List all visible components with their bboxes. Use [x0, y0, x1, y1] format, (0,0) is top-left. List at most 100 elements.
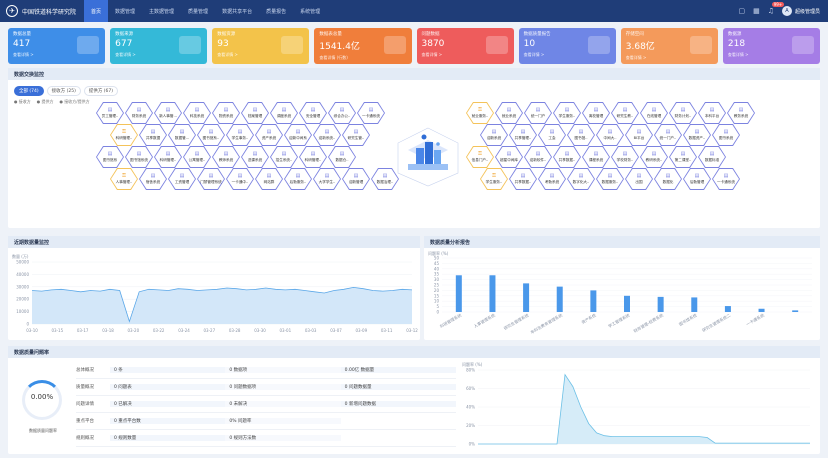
system-node[interactable]: ▤ 迎新管理: [342, 168, 370, 190]
system-node[interactable]: ▤ 一卡通系统: [357, 102, 385, 124]
system-node[interactable]: ▤ 财务系统: [125, 102, 153, 124]
stat-card[interactable]: 数据质量报告 10 查看详情 >: [518, 28, 616, 64]
bar[interactable]: [657, 296, 664, 312]
system-node[interactable]: ▤ 科研管理..: [154, 146, 182, 168]
system-node[interactable]: ▤ 学生事务..: [226, 124, 254, 146]
system-node[interactable]: ⚿ 人事管理..: [110, 168, 138, 190]
bar[interactable]: [556, 286, 563, 312]
system-node[interactable]: ▤ 新人事管...: [154, 102, 182, 124]
filter-chip[interactable]: 全部 (74): [14, 86, 44, 96]
system-node[interactable]: ▤ 教务系统: [727, 102, 755, 124]
system-node[interactable]: ▤ 考勤系统: [538, 168, 566, 190]
system-node[interactable]: ▤ 统一门户..: [654, 124, 682, 146]
system-node[interactable]: ▤ 图书馆..: [567, 124, 595, 146]
system-node[interactable]: ▤ 后勤服务..: [284, 168, 312, 190]
bar[interactable]: [758, 308, 765, 312]
system-node[interactable]: ⚿ 学生服务..: [480, 168, 508, 190]
system-node[interactable]: ⚿ 就业服务..: [466, 102, 494, 124]
system-node[interactable]: ▤ 工资管理: [168, 168, 196, 190]
system-node[interactable]: ▤ 离校管理: [582, 102, 610, 124]
system-node[interactable]: ▤ 一卡通中..: [226, 168, 254, 190]
system-node[interactable]: ▤ 图书系统: [712, 124, 740, 146]
system-node[interactable]: ▤ 迎新系统..: [313, 124, 341, 146]
filter-chip[interactable]: 接收方 (25): [46, 86, 81, 96]
system-node[interactable]: ▤ 调度系统: [270, 102, 298, 124]
bar[interactable]: [455, 275, 462, 312]
stat-card-link[interactable]: 查看详情 (行数): [319, 55, 406, 61]
stat-card[interactable]: 数据源 218 查看详情 >: [722, 28, 820, 64]
grid-icon[interactable]: ▦: [753, 7, 760, 15]
bar[interactable]: [624, 295, 630, 312]
system-node[interactable]: ▤ 公寓管理..: [183, 146, 211, 168]
filter-chip[interactable]: 提供方 (67): [83, 86, 119, 96]
system-node[interactable]: ▤ 在线管理: [640, 102, 668, 124]
system-node[interactable]: ▤ 综合办公..: [328, 102, 356, 124]
bar[interactable]: [691, 297, 698, 312]
stat-card[interactable]: 数据总量 417 查看详情 >: [8, 28, 106, 64]
system-node[interactable]: ▤ 中间大..: [596, 124, 624, 146]
system-node[interactable]: ▤ 招生系统..: [270, 146, 298, 168]
bar[interactable]: [792, 310, 799, 312]
system-node[interactable]: ▤ BI平台: [625, 124, 653, 146]
system-node[interactable]: ▤ 研究生管..: [342, 124, 370, 146]
stat-card-link[interactable]: 查看详情 >: [626, 55, 713, 61]
stat-card[interactable]: 问题数据 3870 查看详情 >: [416, 28, 514, 64]
system-node[interactable]: ▤ 资产系统: [255, 124, 283, 146]
system-node[interactable]: ▤ 一卡通系统: [712, 168, 740, 190]
system-node[interactable]: ▤ 共享数据..: [509, 168, 537, 190]
system-node[interactable]: ▤ 安全管理: [299, 102, 327, 124]
system-node[interactable]: ▤ 统一门户: [524, 102, 552, 124]
system-node[interactable]: ▤ 选课系统: [241, 146, 269, 168]
nav-item-5[interactable]: 质量报告: [259, 0, 293, 22]
stat-card[interactable]: 存储空间 3.68亿 查看详情 >: [620, 28, 718, 64]
system-node[interactable]: ▤ 宿舍系统: [139, 168, 167, 190]
user-menu[interactable]: A 超级管理员: [781, 6, 820, 16]
system-node[interactable]: ▤ 数据标准: [698, 146, 726, 168]
system-node[interactable]: ▤ 共享管理..: [509, 124, 537, 146]
system-node[interactable]: ▤ 数字化大..: [567, 168, 595, 190]
system-node[interactable]: ▤ 科技系统: [183, 102, 211, 124]
system-node[interactable]: ▤ 迎新系统: [480, 124, 508, 146]
system-node[interactable]: ▤ 档案管理: [241, 102, 269, 124]
nav-item-6[interactable]: 系统管理: [293, 0, 327, 22]
nav-item-0[interactable]: 首页: [84, 0, 109, 22]
logo[interactable]: ✈ 中国铁道科学研究院: [6, 5, 78, 17]
system-node[interactable]: ▤ 员工管理..: [96, 102, 124, 124]
system-node[interactable]: ▤ 物资系统: [212, 102, 240, 124]
system-node[interactable]: ▤ 迎新软件..: [524, 146, 552, 168]
system-node[interactable]: ▤ 迎新中间系: [284, 124, 312, 146]
system-node[interactable]: ▤ 图书馆系统: [125, 146, 153, 168]
system-node[interactable]: ▤ 课程系统: [582, 146, 610, 168]
monitor-icon[interactable]: ▢: [738, 7, 745, 15]
system-node[interactable]: ▤ 数据管...: [168, 124, 196, 146]
nav-item-3[interactable]: 质量管理: [181, 0, 215, 22]
system-node[interactable]: ▤ 研究生教..: [611, 102, 639, 124]
system-node[interactable]: ▤ 数据资产..: [683, 124, 711, 146]
system-node[interactable]: ▤ 本科平台: [698, 102, 726, 124]
system-node[interactable]: ▤ 大学学生..: [313, 168, 341, 190]
nav-item-1[interactable]: 数据管理: [108, 0, 142, 22]
system-node[interactable]: ▤ 门禁管理系统: [197, 168, 225, 190]
system-node[interactable]: ▤ 出国: [625, 168, 653, 190]
system-node[interactable]: ▤ 超星中间库: [495, 146, 523, 168]
bar[interactable]: [590, 290, 597, 312]
system-node[interactable]: ▤ 就业系统: [495, 102, 523, 124]
system-node[interactable]: ▤ 学生服务..: [553, 102, 581, 124]
nav-item-4[interactable]: 数据共享平台: [215, 0, 259, 22]
system-node[interactable]: ▤ 数据化: [654, 168, 682, 190]
system-node[interactable]: ⚿ 信息门户..: [466, 146, 494, 168]
system-node[interactable]: ▤ 数据仓..: [328, 146, 356, 168]
system-node[interactable]: ▤ 后勤管理: [683, 168, 711, 190]
bell-icon[interactable]: ♫ 99+: [768, 2, 785, 15]
system-node[interactable]: ▤ 科研管理..: [299, 146, 327, 168]
system-node[interactable]: ▤ 第二课堂..: [669, 146, 697, 168]
bar[interactable]: [523, 283, 530, 312]
system-node[interactable]: ▤ 财务计划..: [669, 102, 697, 124]
system-node[interactable]: ▤ 网站群: [255, 168, 283, 190]
stat-card[interactable]: 数据表总量 1541.4亿 查看详情 (行数): [314, 28, 412, 64]
system-node[interactable]: ▤ 图书馆系..: [197, 124, 225, 146]
system-node[interactable]: ▤ 数据服务..: [596, 168, 624, 190]
stat-card[interactable]: 数据来源 677 查看详情 >: [110, 28, 208, 64]
system-node[interactable]: ▤ 教师系统: [212, 146, 240, 168]
system-node[interactable]: ⚿ 科研管理..: [110, 124, 138, 146]
